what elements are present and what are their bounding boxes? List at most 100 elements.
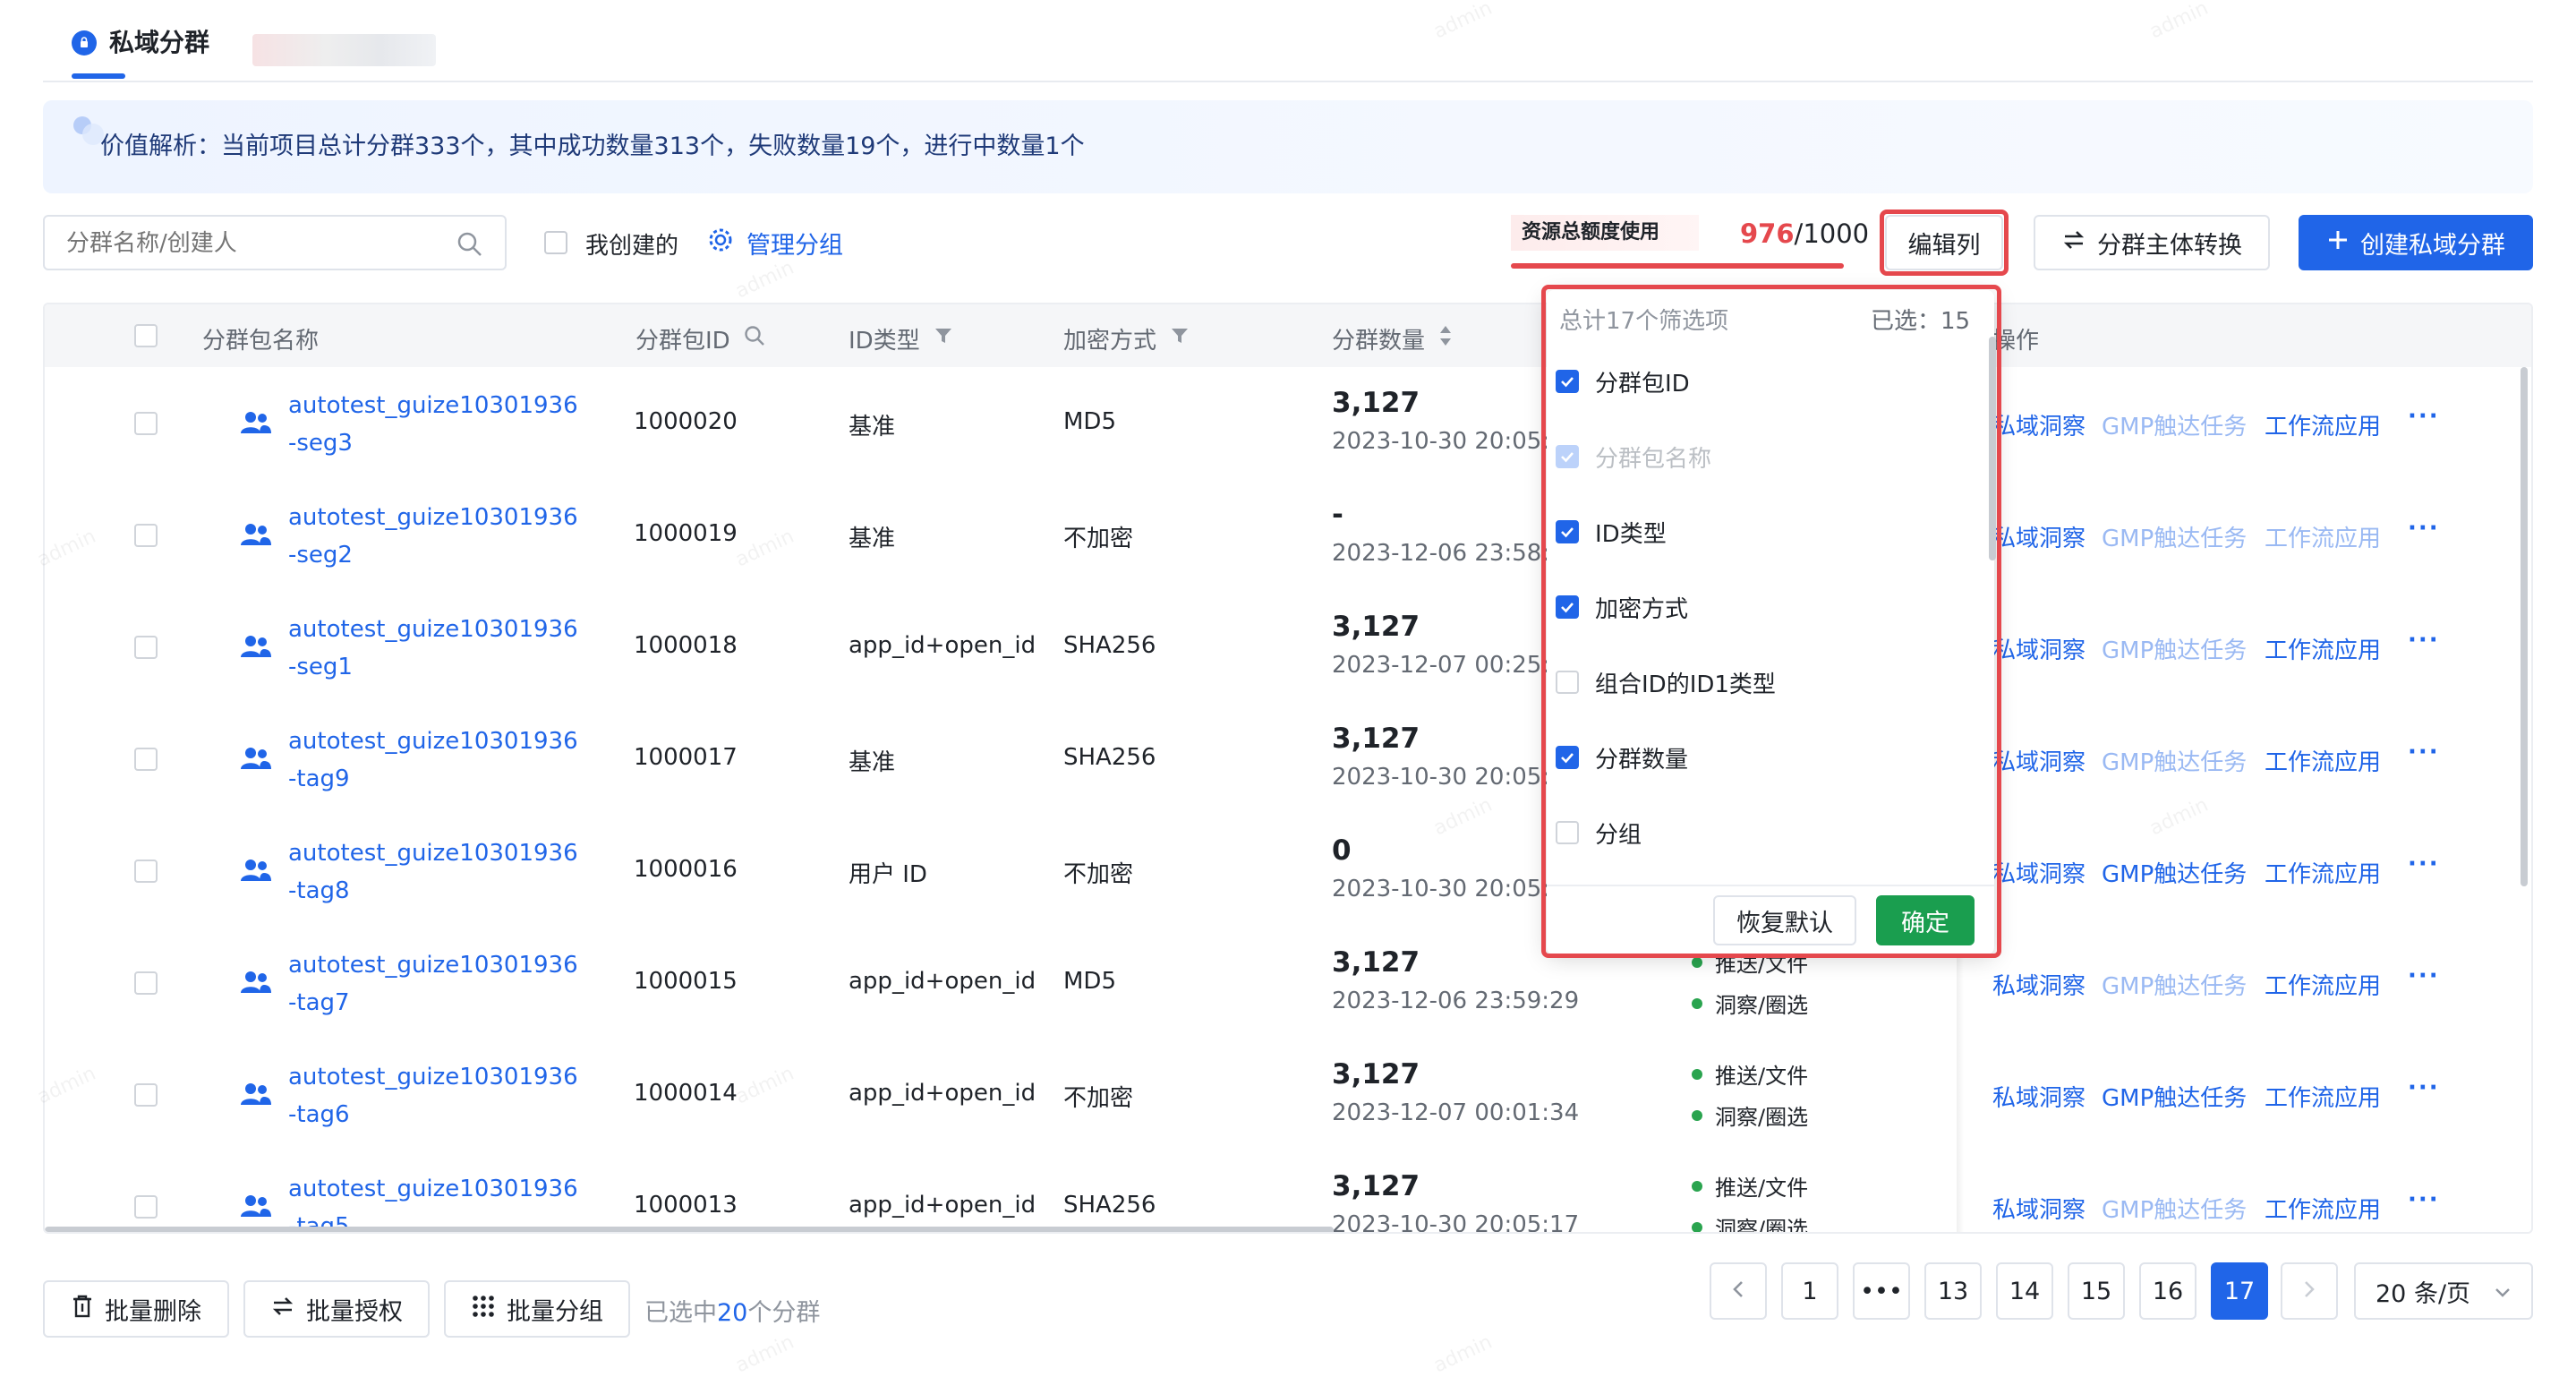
op-link[interactable]: 工作流应用 bbox=[2265, 856, 2381, 889]
manage-groups-link[interactable]: 管理分组 bbox=[707, 226, 843, 261]
more-icon[interactable]: ··· bbox=[2408, 1186, 2440, 1213]
page-button[interactable]: 1 bbox=[1781, 1262, 1838, 1320]
op-link[interactable]: 私域洞察 bbox=[1992, 968, 2086, 1001]
next-page-button[interactable] bbox=[2281, 1262, 2338, 1320]
op-link[interactable]: 工作流应用 bbox=[2265, 1192, 2381, 1225]
segment-name-link[interactable]: autotest_guize10301936-tag9 bbox=[288, 723, 584, 798]
column-option[interactable]: 加密方式 bbox=[1556, 587, 1688, 627]
column-option[interactable]: 分组 bbox=[1556, 813, 1642, 852]
page-button[interactable]: 13 bbox=[1924, 1262, 1982, 1320]
op-link[interactable]: GMP触达任务 bbox=[2102, 968, 2247, 1001]
op-link[interactable]: GMP触达任务 bbox=[2102, 408, 2247, 441]
search-input[interactable] bbox=[45, 217, 444, 270]
op-link[interactable]: GMP触达任务 bbox=[2102, 632, 2247, 665]
op-link[interactable]: GMP触达任务 bbox=[2102, 1192, 2247, 1225]
table-row[interactable]: autotest_guize10301936-seg2 1000019 基准 不加密 -… bbox=[45, 479, 2531, 593]
segment-name-link[interactable]: autotest_guize10301936-seg2 bbox=[288, 499, 584, 574]
op-link[interactable]: 工作流应用 bbox=[2265, 632, 2381, 665]
row-checkbox[interactable] bbox=[134, 1083, 158, 1107]
option-checkbox[interactable] bbox=[1556, 370, 1579, 393]
row-checkbox[interactable] bbox=[134, 748, 158, 771]
option-checkbox[interactable] bbox=[1556, 671, 1579, 694]
select-all-checkbox[interactable] bbox=[134, 324, 158, 347]
column-option[interactable]: 分群数量 bbox=[1556, 738, 1688, 777]
segment-name-link[interactable]: autotest_guize10301936-tag7 bbox=[288, 946, 584, 1022]
column-option[interactable]: 分群包ID bbox=[1556, 362, 1690, 401]
op-link[interactable]: 工作流应用 bbox=[2265, 744, 2381, 777]
more-icon[interactable]: ··· bbox=[2408, 1074, 2440, 1101]
page-button[interactable]: 17 bbox=[2211, 1262, 2268, 1320]
table-row[interactable]: autotest_guize10301936-tag5 1000013 app_id… bbox=[45, 1150, 2531, 1232]
segment-name-link[interactable]: autotest_guize10301936-tag5 bbox=[288, 1170, 584, 1232]
op-link[interactable]: 工作流应用 bbox=[2265, 968, 2381, 1001]
row-checkbox[interactable] bbox=[134, 971, 158, 995]
page-button[interactable]: 15 bbox=[2068, 1262, 2125, 1320]
more-icon[interactable]: ··· bbox=[2408, 962, 2440, 989]
mine-label[interactable]: 我创建的 bbox=[585, 227, 678, 261]
vertical-scrollbar[interactable] bbox=[2521, 367, 2528, 886]
op-link[interactable]: 私域洞察 bbox=[1992, 1080, 2086, 1113]
search-icon[interactable] bbox=[743, 324, 766, 354]
row-checkbox[interactable] bbox=[134, 412, 158, 435]
op-link[interactable]: GMP触达任务 bbox=[2102, 744, 2247, 777]
page-size-select[interactable]: 20 条/页 bbox=[2354, 1262, 2533, 1320]
confirm-button[interactable]: 确定 bbox=[1876, 895, 1975, 945]
op-link[interactable]: 私域洞察 bbox=[1992, 744, 2086, 777]
column-picker-scrollbar[interactable] bbox=[1989, 337, 1996, 560]
prev-page-button[interactable] bbox=[1710, 1262, 1767, 1320]
search-box[interactable] bbox=[43, 215, 507, 270]
table-row[interactable]: autotest_guize10301936-seg3 1000020 基准 MD5 3… bbox=[45, 367, 2531, 481]
reset-default-button[interactable]: 恢复默认 bbox=[1713, 895, 1856, 945]
column-option[interactable]: 组合ID的ID1类型 bbox=[1556, 663, 1776, 702]
op-link[interactable]: 工作流应用 bbox=[2265, 1080, 2381, 1113]
batch-delete-button[interactable]: 批量删除 bbox=[43, 1280, 229, 1338]
table-row[interactable]: autotest_guize10301936-tag6 1000014 app_id… bbox=[45, 1039, 2531, 1152]
more-icon[interactable]: ··· bbox=[2408, 851, 2440, 877]
batch-auth-button[interactable]: 批量授权 bbox=[243, 1280, 430, 1338]
more-icon[interactable]: ··· bbox=[2408, 627, 2440, 654]
filter-icon[interactable] bbox=[1169, 325, 1190, 353]
horizontal-scrollbar[interactable] bbox=[45, 1227, 1334, 1232]
tab-blurred[interactable] bbox=[252, 34, 436, 66]
op-link[interactable]: 私域洞察 bbox=[1992, 856, 2086, 889]
edit-columns-button[interactable]: 编辑列 bbox=[1885, 215, 2003, 270]
table-row[interactable]: autotest_guize10301936-tag9 1000017 基准 SHA2… bbox=[45, 703, 2531, 817]
op-link[interactable]: 私域洞察 bbox=[1992, 1192, 2086, 1225]
column-option[interactable]: ID类型 bbox=[1556, 512, 1667, 552]
page-ellipsis[interactable]: ••• bbox=[1853, 1262, 1910, 1320]
search-icon[interactable] bbox=[456, 231, 483, 261]
op-link[interactable]: GMP触达任务 bbox=[2102, 1080, 2247, 1113]
table-row[interactable]: autotest_guize10301936-tag7 1000015 app_id… bbox=[45, 927, 2531, 1040]
row-checkbox[interactable] bbox=[134, 636, 158, 659]
table-row[interactable]: autotest_guize10301936-seg1 1000018 app_id… bbox=[45, 591, 2531, 705]
page-button[interactable]: 14 bbox=[1996, 1262, 2053, 1320]
filter-icon[interactable] bbox=[933, 325, 954, 353]
option-checkbox[interactable] bbox=[1556, 595, 1579, 619]
more-icon[interactable]: ··· bbox=[2408, 403, 2440, 430]
op-link[interactable]: 私域洞察 bbox=[1992, 520, 2086, 553]
option-checkbox[interactable] bbox=[1556, 445, 1579, 468]
op-link[interactable]: GMP触达任务 bbox=[2102, 856, 2247, 889]
row-checkbox[interactable] bbox=[134, 860, 158, 883]
page-button[interactable]: 16 bbox=[2139, 1262, 2196, 1320]
create-segment-button[interactable]: 创建私域分群 bbox=[2299, 215, 2533, 270]
option-checkbox[interactable] bbox=[1556, 520, 1579, 543]
mine-checkbox[interactable] bbox=[544, 231, 567, 254]
op-link[interactable]: 私域洞察 bbox=[1992, 632, 2086, 665]
op-link[interactable]: GMP触达任务 bbox=[2102, 520, 2247, 553]
option-checkbox[interactable] bbox=[1556, 821, 1579, 844]
op-link[interactable]: 私域洞察 bbox=[1992, 408, 2086, 441]
option-checkbox[interactable] bbox=[1556, 746, 1579, 769]
segment-name-link[interactable]: autotest_guize10301936-seg1 bbox=[288, 611, 584, 686]
more-icon[interactable]: ··· bbox=[2408, 515, 2440, 542]
batch-group-button[interactable]: 批量分组 bbox=[444, 1280, 630, 1338]
row-checkbox[interactable] bbox=[134, 524, 158, 547]
row-checkbox[interactable] bbox=[134, 1195, 158, 1219]
op-link[interactable]: 工作流应用 bbox=[2265, 520, 2381, 553]
more-icon[interactable]: ··· bbox=[2408, 739, 2440, 765]
segment-name-link[interactable]: autotest_guize10301936-tag8 bbox=[288, 834, 584, 910]
convert-subject-button[interactable]: 分群主体转换 bbox=[2034, 215, 2270, 270]
sort-icon[interactable] bbox=[1437, 324, 1454, 354]
tab-private-segment[interactable]: 私域分群 bbox=[72, 27, 209, 81]
segment-name-link[interactable]: autotest_guize10301936-tag6 bbox=[288, 1058, 584, 1133]
